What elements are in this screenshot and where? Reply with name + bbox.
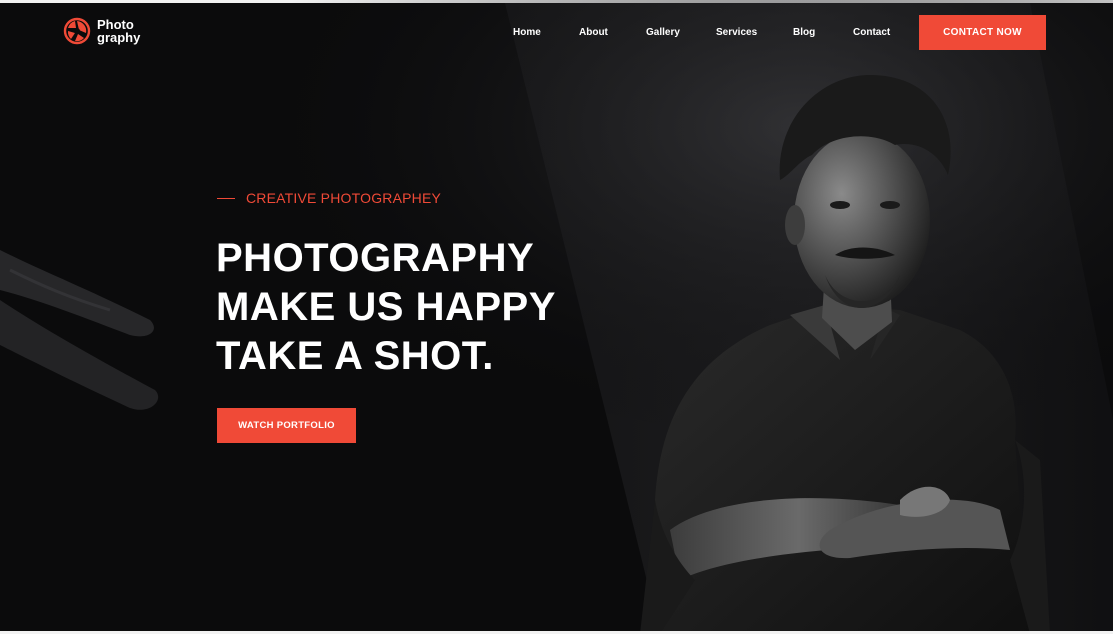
nav-item-services[interactable]: Services (716, 26, 757, 40)
watch-portfolio-button[interactable]: WATCH PORTFOLIO (217, 408, 356, 443)
headline-line-3: TAKE A SHOT. (216, 334, 494, 378)
eyebrow-divider (217, 197, 235, 199)
eyebrow-text: CREATIVE PHOTOGRAPHEY (246, 190, 442, 206)
nav-item-home[interactable]: Home (513, 26, 541, 40)
nav-item-about[interactable]: About (579, 26, 608, 40)
headline-line-2: MAKE US HAPPY (216, 285, 556, 329)
hero-headline: PHOTOGRAPHY MAKE US HAPPY TAKE A SHOT. (216, 234, 556, 381)
nav-item-blog[interactable]: Blog (793, 26, 815, 40)
hero-portrait-image (640, 75, 1050, 634)
contact-now-button[interactable]: CONTACT NOW (919, 15, 1046, 50)
hero-eyebrow: CREATIVE PHOTOGRAPHEY (217, 190, 441, 206)
nav-item-contact[interactable]: Contact (853, 26, 890, 40)
headline-line-1: PHOTOGRAPHY (216, 236, 535, 280)
brush-stroke-decoration (0, 250, 159, 410)
landing-page: Photo graphy Home About Gallery Services… (0, 0, 1113, 634)
nav-item-gallery[interactable]: Gallery (646, 26, 680, 40)
